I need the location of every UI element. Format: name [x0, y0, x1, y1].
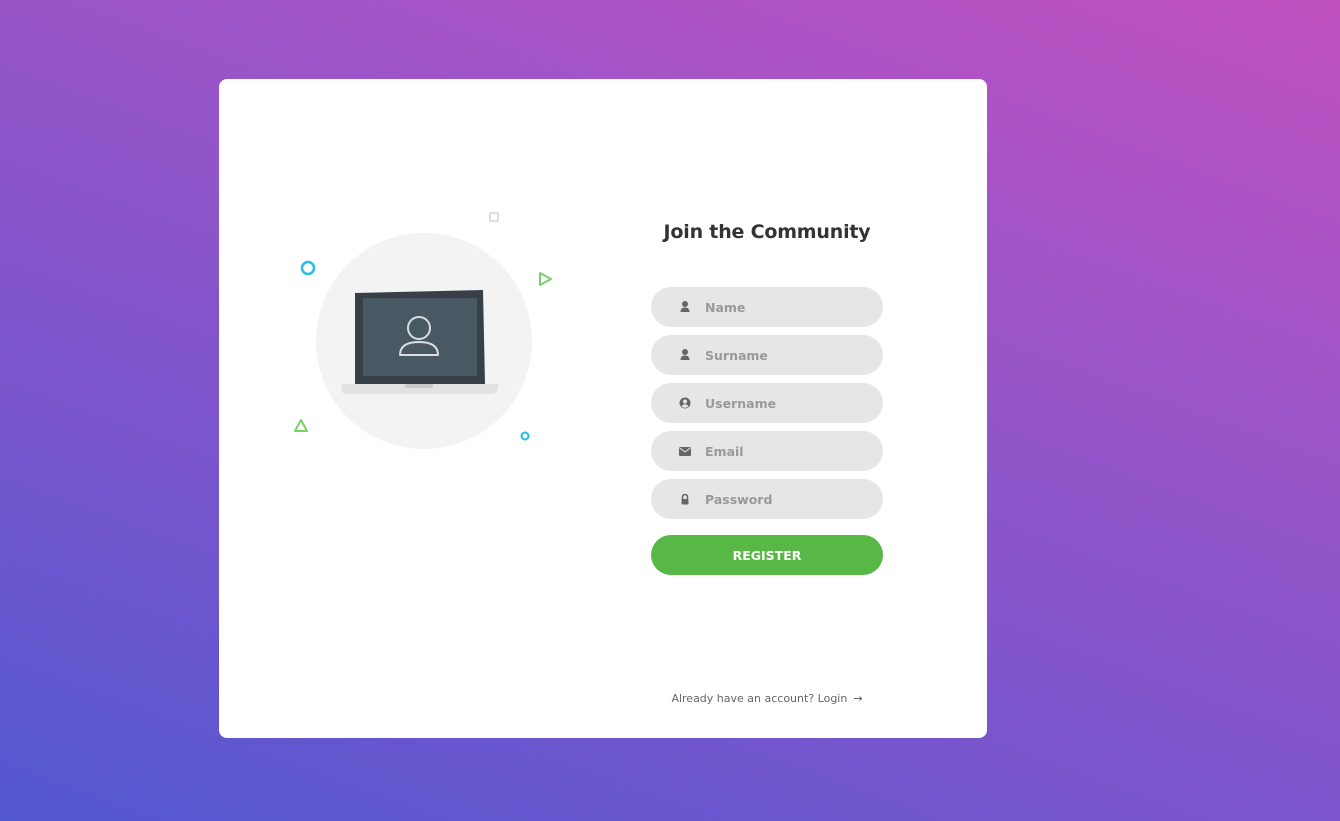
register-button[interactable]: REGISTER [651, 535, 883, 575]
username-input[interactable] [705, 383, 865, 423]
lock-icon [679, 492, 691, 506]
laptop-illustration [289, 209, 569, 469]
envelope-icon [679, 444, 691, 458]
form-title: Join the Community [663, 221, 871, 243]
user-icon [679, 348, 691, 362]
password-input[interactable] [705, 479, 865, 519]
arrow-right-icon: → [853, 692, 863, 705]
signup-form: Join the Community Name Surname Username… [651, 219, 883, 575]
login-prompt-text: Already have an account? Login [671, 692, 848, 705]
form-fields [651, 287, 883, 519]
user-icon [679, 300, 691, 314]
username-field[interactable] [651, 383, 883, 423]
password-field[interactable] [651, 479, 883, 519]
login-link[interactable]: Already have an account? Login → [651, 692, 883, 705]
laptop-user-icon [294, 212, 552, 449]
surname-field[interactable] [651, 335, 883, 375]
name-input[interactable] [705, 287, 865, 327]
user-circle-icon [679, 396, 691, 410]
name-field[interactable] [651, 287, 883, 327]
email-input[interactable] [705, 431, 865, 471]
signup-card: Join the Community Name Surname Username… [219, 79, 987, 738]
surname-input[interactable] [705, 335, 865, 375]
email-field[interactable] [651, 431, 883, 471]
